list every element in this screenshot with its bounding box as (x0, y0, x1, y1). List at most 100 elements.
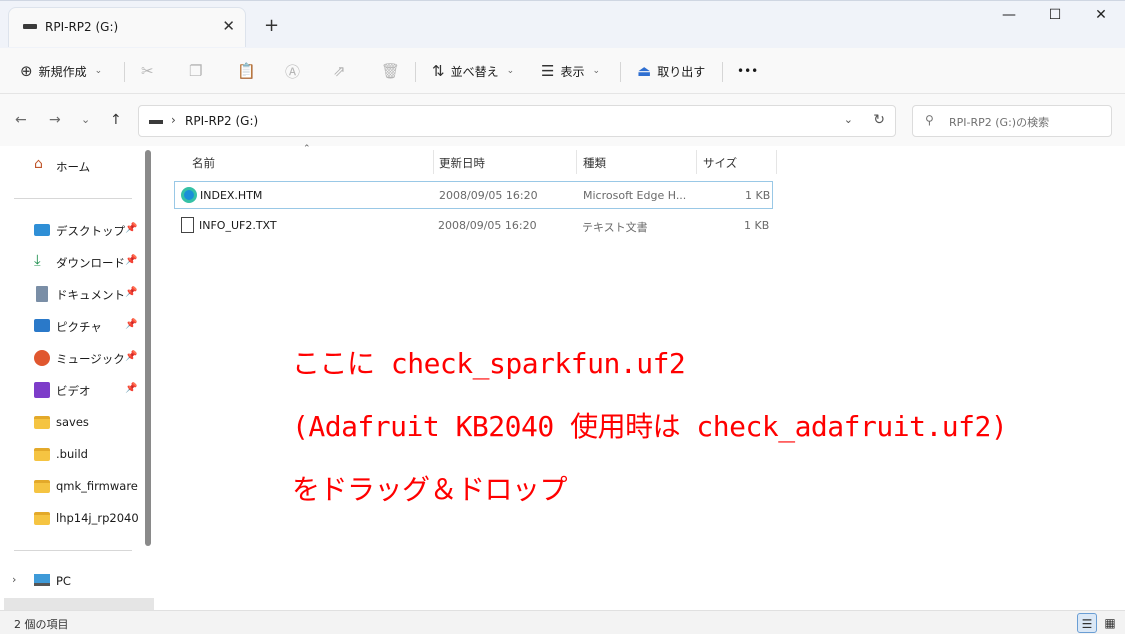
drive-icon (23, 24, 37, 29)
sidebar-item-home[interactable]: ⌂ ホーム (0, 152, 140, 180)
details-view-icon[interactable]: ☰ (1077, 613, 1097, 633)
eject-label: 取り出す (657, 64, 706, 79)
command-bar: ⊕ 新規作成 ⌄ ✂ ❐ 📋 Ⓐ ⇗ 🗑 ⇅ 並べ替え ⌄ ☰ 表示 ⌄ ⏏ 取… (0, 48, 1125, 94)
videos-icon (34, 382, 50, 398)
up-arrow-icon[interactable]: ↑ (110, 112, 122, 128)
sidebar-item-downloads[interactable]: ⤓ ダウンロード 📌 (0, 248, 140, 276)
folder-icon (34, 480, 50, 493)
sidebar-item-saves[interactable]: saves (0, 408, 140, 436)
pin-icon: 📌 (125, 255, 138, 266)
back-arrow-icon[interactable]: ← (15, 112, 27, 128)
file-type: Microsoft Edge H... (583, 189, 687, 202)
view-button[interactable]: ☰ 表示 ⌄ (541, 57, 600, 85)
column-divider[interactable] (433, 150, 434, 174)
title-bar: RPI-RP2 (G:) ✕ + — ☐ ✕ (0, 0, 1125, 48)
item-count: 2 個の項目 (14, 618, 69, 631)
annotation-line-2: (Adafruit KB2040 使用時は check_adafruit.uf2… (292, 410, 1008, 443)
sort-ascending-icon: ⌃ (303, 144, 311, 154)
cut-button[interactable]: ✂ (141, 57, 154, 85)
expand-chevron-icon[interactable]: › (12, 573, 16, 586)
view-label: 表示 (560, 64, 585, 79)
folder-icon (34, 512, 50, 525)
toolbar-divider (620, 62, 621, 82)
search-input[interactable] (949, 112, 1099, 132)
tab-title: RPI-RP2 (G:) (45, 20, 119, 34)
column-header-modified[interactable]: 更新日時 (439, 155, 485, 171)
annotation-line-3: をドラッグ＆ドロップ (292, 473, 568, 506)
refresh-icon[interactable]: ↻ (873, 112, 885, 128)
copy-button[interactable]: ❐ (189, 57, 202, 85)
eject-icon: ⏏ (637, 62, 652, 80)
sidebar-item-qmk-firmware[interactable]: qmk_firmware (0, 472, 140, 500)
file-name: INDEX.HTM (200, 189, 263, 202)
toolbar-divider (124, 62, 125, 82)
file-size: 1 KB (744, 219, 770, 232)
recent-locations-icon[interactable]: ⌄ (81, 113, 90, 126)
column-header-size[interactable]: サイズ (703, 155, 737, 171)
sidebar-item-music[interactable]: ミュージック 📌 (0, 344, 140, 372)
copy-icon: ❐ (189, 62, 203, 80)
pin-icon: 📌 (125, 223, 138, 234)
download-icon: ⤓ (34, 251, 41, 269)
pictures-icon (34, 319, 50, 332)
sort-label: 並べ替え (450, 64, 499, 79)
file-row[interactable]: INFO_UF2.TXT 2008/09/05 16:20 テキスト文書 1 K… (174, 212, 773, 240)
new-button[interactable]: ⊕ 新規作成 ⌄ (20, 57, 102, 85)
new-tab-button[interactable]: + (264, 15, 279, 36)
list-view-icon: ☰ (541, 62, 555, 80)
sidebar-item-label: デスクトップ (56, 224, 125, 238)
column-divider[interactable] (696, 150, 697, 174)
maximize-button[interactable]: ☐ (1032, 7, 1078, 29)
address-dropdown-icon[interactable]: ⌄ (844, 113, 853, 126)
breadcrumb-chevron-icon: › (171, 113, 176, 127)
sidebar-item-videos[interactable]: ビデオ 📌 (0, 376, 140, 404)
sidebar-item-label: ミュージック (56, 352, 125, 366)
pin-icon: 📌 (125, 319, 138, 330)
forward-arrow-icon[interactable]: → (49, 112, 61, 128)
sidebar-divider (14, 550, 132, 551)
chevron-down-icon: ⌄ (506, 66, 515, 76)
sidebar-item-selected[interactable] (4, 598, 154, 610)
delete-button[interactable]: 🗑 (381, 57, 400, 85)
column-header-name[interactable]: 名前 (192, 155, 215, 171)
new-label: 新規作成 (38, 64, 87, 79)
tiles-view-icon[interactable]: ▦ (1100, 613, 1120, 633)
tab-rpi-rp2[interactable]: RPI-RP2 (G:) ✕ (8, 7, 246, 47)
trash-icon: 🗑 (381, 62, 401, 80)
music-icon (34, 350, 50, 366)
sidebar-item-label: .build (56, 447, 88, 461)
close-button[interactable]: ✕ (1078, 7, 1124, 29)
navigation-bar: ← → ⌄ ↑ › RPI-RP2 (G:) ⌄ ↻ ⚲ (0, 94, 1125, 146)
sidebar-item-build[interactable]: .build (0, 440, 140, 468)
column-header-type[interactable]: 種類 (583, 155, 606, 171)
drive-icon (149, 120, 163, 124)
breadcrumb-drive[interactable]: RPI-RP2 (G:) (185, 114, 258, 128)
file-type: テキスト文書 (582, 221, 648, 234)
sidebar-item-desktop[interactable]: デスクトップ 📌 (0, 216, 140, 244)
chevron-down-icon: ⌄ (592, 66, 601, 76)
address-bar[interactable]: › RPI-RP2 (G:) ⌄ ↻ (138, 105, 896, 137)
rename-button[interactable]: Ⓐ (285, 57, 300, 85)
sidebar-item-lhp14j-rp2040[interactable]: lhp14j_rp2040 (0, 504, 140, 532)
share-button[interactable]: ⇗ (333, 57, 346, 85)
sidebar-item-pictures[interactable]: ピクチャ 📌 (0, 312, 140, 340)
minimize-button[interactable]: — (986, 7, 1032, 29)
tab-close-button[interactable]: ✕ (222, 17, 235, 35)
search-box[interactable]: ⚲ (912, 105, 1112, 137)
sidebar-item-label: lhp14j_rp2040 (56, 511, 139, 525)
eject-button[interactable]: ⏏ 取り出す (637, 57, 705, 85)
folder-icon (34, 448, 50, 461)
pin-icon: 📌 (125, 383, 138, 394)
column-divider[interactable] (576, 150, 577, 174)
toolbar-divider (722, 62, 723, 82)
desktop-icon (34, 224, 50, 236)
more-options-button[interactable]: ••• (737, 57, 758, 85)
sidebar-item-pc[interactable]: › PC (0, 567, 140, 595)
column-divider[interactable] (776, 150, 777, 174)
file-list: ⌃ 名前 更新日時 種類 サイズ INDEX.HTM 2008/09/05 16… (160, 144, 1125, 610)
paste-button[interactable]: 📋 (237, 57, 256, 85)
sort-button[interactable]: ⇅ 並べ替え ⌄ (432, 57, 514, 85)
file-row[interactable]: INDEX.HTM 2008/09/05 16:20 Microsoft Edg… (174, 181, 773, 209)
sidebar-scrollbar[interactable] (145, 150, 151, 546)
sidebar-item-documents[interactable]: ドキュメント 📌 (0, 280, 140, 308)
